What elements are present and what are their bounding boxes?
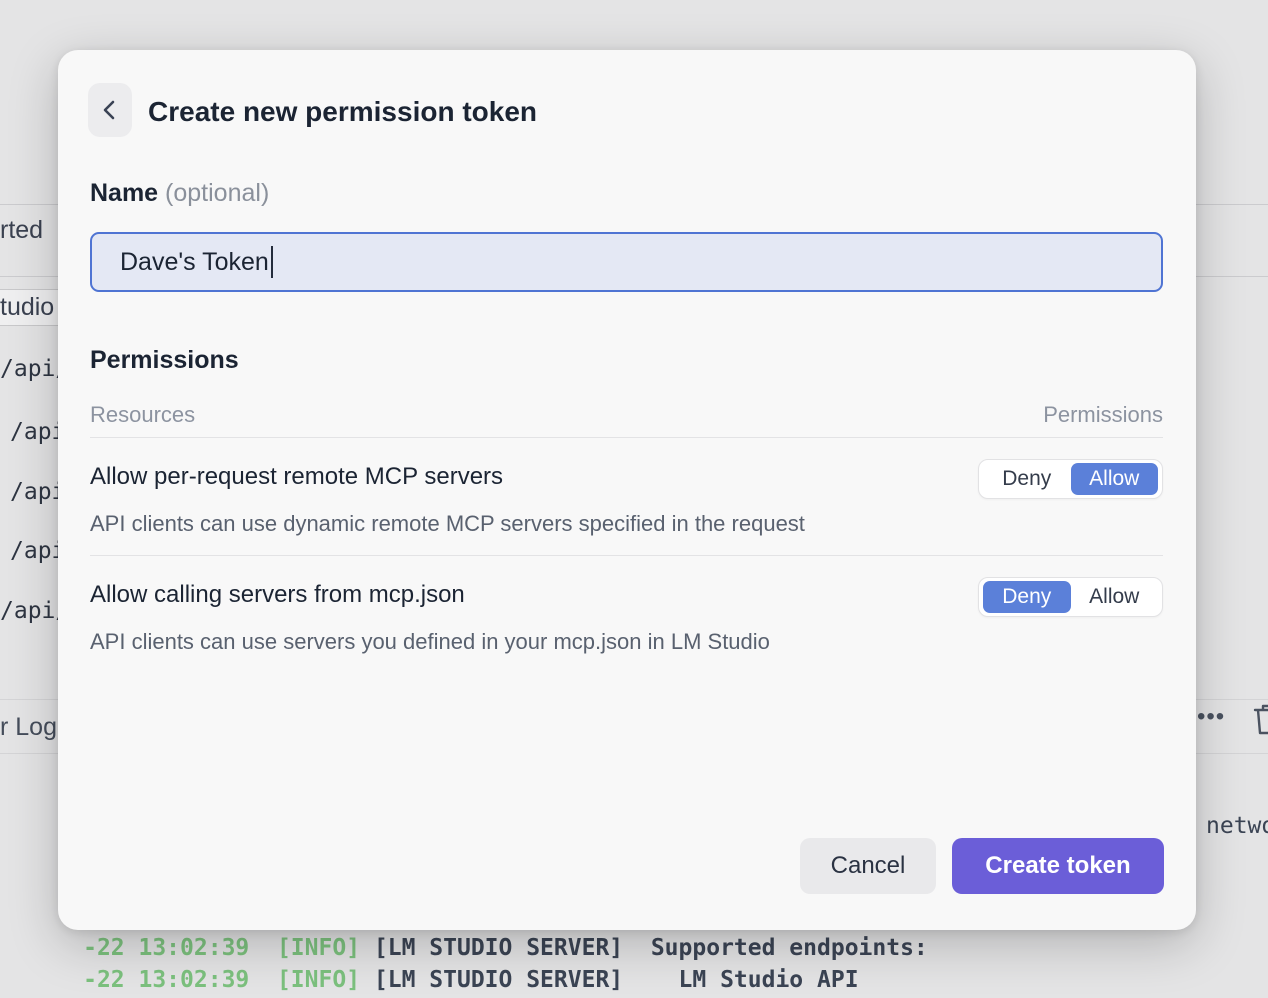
text-cursor bbox=[271, 246, 273, 278]
page-title: Create new permission token bbox=[148, 96, 537, 128]
network-text-fragment: netwo bbox=[1206, 813, 1268, 839]
back-button[interactable] bbox=[88, 83, 132, 137]
name-field-label: Name (optional) bbox=[90, 179, 269, 208]
permissions-column-headers: Resources Permissions bbox=[90, 402, 1163, 428]
token-name-input[interactable]: Dave's Token bbox=[90, 232, 1163, 292]
divider bbox=[90, 555, 1163, 556]
server-logs-header-fragment: r Log bbox=[0, 713, 57, 742]
permission-toggle-mcp-json: Deny Allow bbox=[978, 577, 1163, 617]
permission-row-description: API clients can use dynamic remote MCP s… bbox=[90, 511, 805, 537]
token-name-value: Dave's Token bbox=[120, 248, 269, 277]
log-line: -22 13:02:39 [INFO] [LM STUDIO SERVER] -… bbox=[0, 973, 1268, 998]
name-optional-label: (optional) bbox=[165, 179, 269, 207]
allow-option[interactable]: Allow bbox=[1071, 463, 1159, 495]
permissions-column-header: Permissions bbox=[1043, 402, 1163, 428]
deny-option[interactable]: Deny bbox=[983, 581, 1071, 613]
create-token-modal: Create new permission token Name (option… bbox=[58, 50, 1196, 930]
resources-column-header: Resources bbox=[90, 402, 195, 428]
app-window: rted tudio /api/ /api /api /api /api/ r … bbox=[0, 0, 1268, 998]
cancel-button[interactable]: Cancel bbox=[800, 838, 936, 894]
deny-option[interactable]: Deny bbox=[983, 463, 1071, 495]
trash-icon[interactable] bbox=[1252, 701, 1268, 742]
permission-row-title: Allow per-request remote MCP servers bbox=[90, 463, 503, 491]
chevron-left-icon bbox=[99, 97, 121, 123]
create-token-button[interactable]: Create token bbox=[952, 838, 1164, 894]
permissions-heading: Permissions bbox=[90, 346, 239, 375]
ellipsis-icon[interactable]: ••• bbox=[1197, 703, 1225, 731]
divider bbox=[90, 437, 1163, 438]
studio-tab-label: tudio bbox=[0, 293, 54, 321]
permission-row-title: Allow calling servers from mcp.json bbox=[90, 581, 465, 609]
allow-option[interactable]: Allow bbox=[1071, 581, 1159, 613]
name-label: Name bbox=[90, 179, 158, 207]
supported-text-fragment: rted bbox=[0, 216, 43, 245]
permission-row-description: API clients can use servers you defined … bbox=[90, 629, 770, 655]
permission-toggle-mcp-remote: Deny Allow bbox=[978, 459, 1163, 499]
